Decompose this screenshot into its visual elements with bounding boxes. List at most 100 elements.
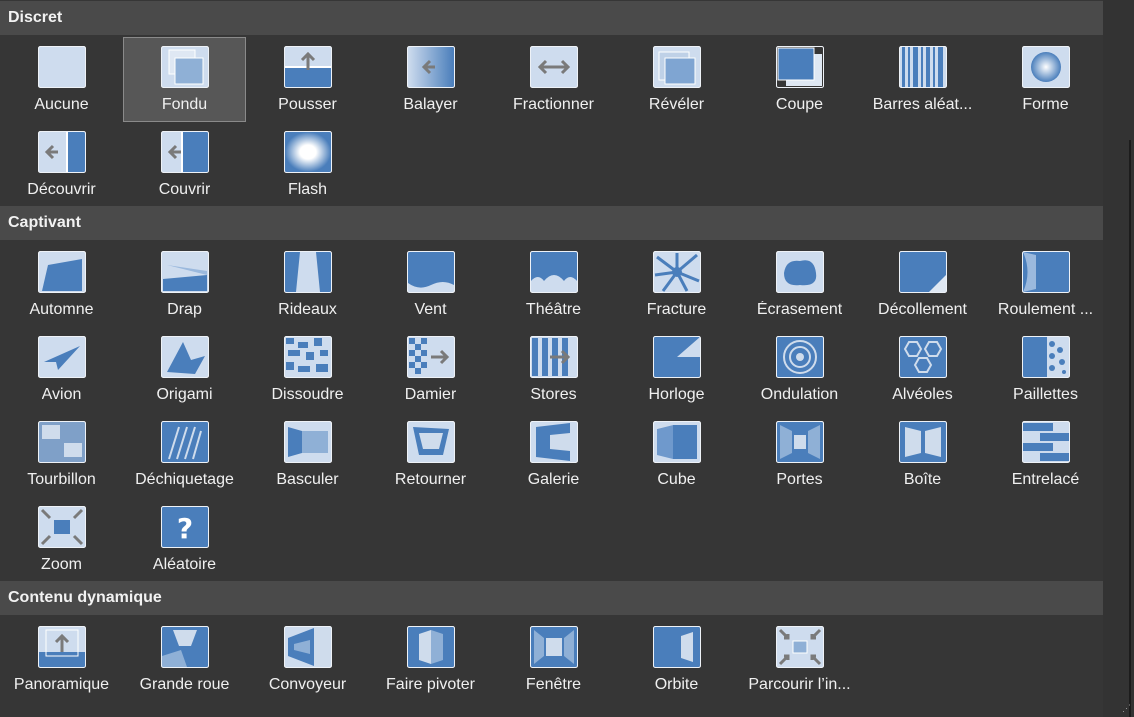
transition-window[interactable]: Fenêtre	[492, 617, 615, 702]
cover-icon	[160, 131, 209, 173]
transition-drape[interactable]: Drap	[123, 242, 246, 327]
transition-none[interactable]: Aucune	[0, 37, 123, 122]
glitter-icon	[1021, 336, 1070, 378]
transition-shape[interactable]: Forme	[984, 37, 1107, 122]
clock-icon	[652, 336, 701, 378]
resize-grip-icon[interactable]: ⋰	[1122, 703, 1131, 714]
transition-flash[interactable]: Flash	[246, 122, 369, 207]
airplane-icon	[37, 336, 86, 378]
transition-label: Aléatoire	[152, 556, 217, 573]
transition-ripple[interactable]: Ondulation	[738, 327, 861, 412]
transition-peel-off[interactable]: Décollement	[861, 242, 984, 327]
transition-label: Horloge	[648, 386, 705, 403]
transition-prestige[interactable]: Théâtre	[492, 242, 615, 327]
transition-origami[interactable]: Origami	[123, 327, 246, 412]
transition-label: Paillettes	[1013, 386, 1078, 403]
transition-vortex[interactable]: Tourbillon	[0, 412, 123, 497]
transition-blinds[interactable]: Stores	[492, 327, 615, 412]
transition-orbit[interactable]: Orbite	[615, 617, 738, 702]
window-icon	[529, 626, 578, 668]
transition-label: Pousser	[278, 96, 337, 113]
box-icon	[898, 421, 947, 463]
transition-shred[interactable]: Déchiquetage	[123, 412, 246, 497]
transition-glitter[interactable]: Paillettes	[984, 327, 1107, 412]
fall-over-icon	[37, 251, 86, 293]
transition-page-curl[interactable]: Roulement ...	[984, 242, 1107, 327]
transition-label: Basculer	[276, 471, 339, 488]
transition-wind[interactable]: Vent	[369, 242, 492, 327]
random-icon: ?	[160, 506, 209, 548]
transition-label: Barres aléat...	[872, 96, 973, 113]
transition-fall-over[interactable]: Automne	[0, 242, 123, 327]
transition-comb[interactable]: Entrelacé	[984, 412, 1107, 497]
pan-icon	[37, 626, 86, 668]
conveyor-icon	[283, 626, 332, 668]
shape-icon	[1021, 46, 1070, 88]
ripple-icon	[775, 336, 824, 378]
wipe-icon	[406, 46, 455, 88]
transition-label: Retourner	[394, 471, 467, 488]
divider	[1129, 140, 1131, 717]
transition-wipe[interactable]: Balayer	[369, 37, 492, 122]
transition-label: Automne	[29, 301, 94, 318]
transition-fly-through[interactable]: Parcourir l’in...	[738, 617, 861, 702]
transition-label: Coupe	[775, 96, 824, 113]
transition-cube[interactable]: Cube	[615, 412, 738, 497]
transition-gallery[interactable]: Galerie	[492, 412, 615, 497]
transition-split[interactable]: Fractionner	[492, 37, 615, 122]
transition-label: Drap	[167, 301, 202, 318]
transition-label: Fractionner	[513, 96, 594, 113]
random-bars-icon	[898, 46, 947, 88]
transition-fracture[interactable]: Fracture	[615, 242, 738, 327]
transition-push[interactable]: Pousser	[246, 37, 369, 122]
transition-cut[interactable]: Coupe	[738, 37, 861, 122]
transition-pan[interactable]: Panoramique	[0, 617, 123, 702]
transition-zoom[interactable]: Zoom	[0, 497, 123, 582]
split-icon	[529, 46, 578, 88]
transition-conveyor[interactable]: Convoyeur	[246, 617, 369, 702]
transition-cover[interactable]: Couvrir	[123, 122, 246, 207]
transition-label: Découvrir	[27, 181, 96, 198]
transition-dissolve[interactable]: Dissoudre	[246, 327, 369, 412]
transition-ferris-wheel[interactable]: Grande roue	[123, 617, 246, 702]
section-title: Contenu dynamique	[0, 581, 1103, 615]
transition-random-bars[interactable]: Barres aléat...	[861, 37, 984, 122]
flash-icon	[283, 131, 332, 173]
transition-label: Faire pivoter	[386, 676, 475, 693]
transition-rotate[interactable]: Faire pivoter	[369, 617, 492, 702]
transition-random[interactable]: ? Aléatoire	[123, 497, 246, 582]
transition-flip[interactable]: Retourner	[369, 412, 492, 497]
orbit-icon	[652, 626, 701, 668]
transition-uncover[interactable]: Découvrir	[0, 122, 123, 207]
transition-clock[interactable]: Horloge	[615, 327, 738, 412]
zoom-icon	[37, 506, 86, 548]
transition-label: Décollement	[878, 301, 967, 318]
drape-icon	[160, 251, 209, 293]
transition-honeycomb[interactable]: Alvéoles	[861, 327, 984, 412]
cube-icon	[652, 421, 701, 463]
reveal-icon	[652, 46, 701, 88]
transition-label: Boîte	[903, 471, 942, 488]
transition-label: Orbite	[654, 676, 699, 693]
transition-label: Damier	[404, 386, 457, 403]
transition-crush[interactable]: Écrasement	[738, 242, 861, 327]
transition-switch[interactable]: Basculer	[246, 412, 369, 497]
gallery-icon	[529, 421, 578, 463]
transition-airplane[interactable]: Avion	[0, 327, 123, 412]
transition-label: Cube	[657, 471, 696, 488]
transition-box[interactable]: Boîte	[861, 412, 984, 497]
shred-icon	[160, 421, 209, 463]
rotate-icon	[406, 626, 455, 668]
curtains-icon	[283, 251, 332, 293]
cut-icon	[775, 46, 824, 88]
transition-curtains[interactable]: Rideaux	[246, 242, 369, 327]
section-captivant: Captivant Automne Drap Rideaux Vent Théâtre F…	[0, 206, 1103, 582]
transition-doors[interactable]: Portes	[738, 412, 861, 497]
transition-checkerboard[interactable]: Damier	[369, 327, 492, 412]
transition-fade[interactable]: Fondu	[123, 37, 246, 122]
comb-icon	[1021, 421, 1070, 463]
transition-label: Tourbillon	[27, 471, 96, 488]
transition-reveal[interactable]: Révéler	[615, 37, 738, 122]
transition-label: Fenêtre	[525, 676, 582, 693]
none-icon	[37, 46, 86, 88]
